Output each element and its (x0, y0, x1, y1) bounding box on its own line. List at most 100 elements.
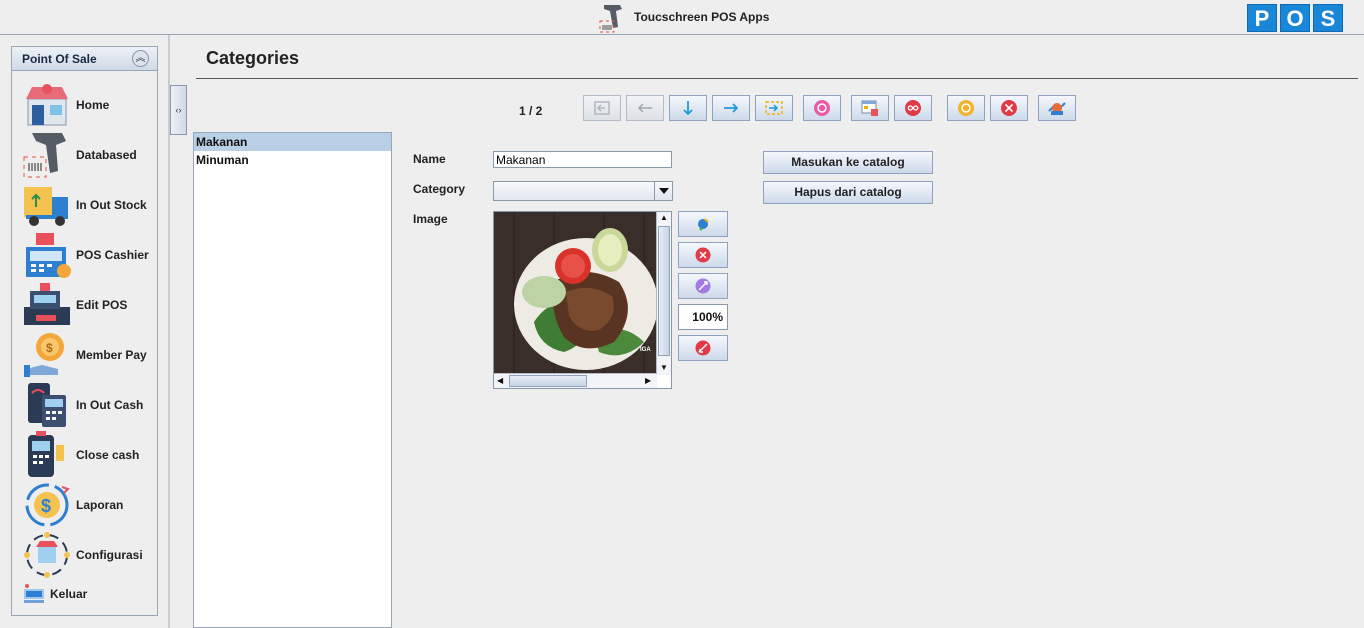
title-bar: Toucschreen POS Apps P O S (0, 0, 1364, 35)
coin-hand-icon: $ (24, 333, 64, 377)
sidebar-item-label: Home (76, 98, 110, 112)
sidebar-item-label: Close cash (76, 448, 140, 462)
double-chevron-up-icon[interactable]: ︽ (132, 50, 149, 67)
sidebar-item-label: POS Cashier (76, 248, 149, 262)
app-title: Toucschreen POS Apps (634, 10, 770, 24)
sidebar: Point Of Sale ︽ Home Databased In Out St… (11, 46, 158, 616)
sidebar-item-databased[interactable]: Databased (22, 131, 157, 179)
reload-icon (814, 100, 830, 116)
sidebar-item-label: Laporan (76, 498, 124, 512)
sidebar-item-label: Databased (76, 148, 137, 162)
svg-text:$: $ (46, 341, 53, 355)
list-item[interactable]: Makanan (194, 133, 391, 151)
pos-terminal-icon (24, 283, 70, 325)
remove-from-catalog-button[interactable]: Hapus dari catalog (763, 181, 933, 204)
exit-sign-icon (24, 584, 44, 603)
scroll-up-icon[interactable]: ▲ (660, 213, 668, 222)
new-icon (958, 100, 974, 116)
sort-button[interactable] (894, 95, 932, 121)
sidebar-title: Point Of Sale (22, 52, 97, 66)
vertical-scrollbar[interactable]: ▲ ▼ (656, 212, 671, 375)
scroll-down-icon[interactable]: ▼ (660, 363, 668, 372)
image-watermark: IGA (640, 347, 651, 353)
zoom-out-button[interactable] (678, 335, 728, 361)
payment-terminal-icon (28, 431, 64, 477)
zoom-in-icon (695, 278, 711, 294)
scroll-right-icon[interactable]: ▶ (645, 376, 651, 385)
scroll-left-icon[interactable]: ◀ (497, 376, 503, 385)
arrow-down-icon (683, 101, 693, 116)
sidebar-item-label: In Out Cash (76, 398, 144, 412)
delivery-truck-icon (24, 187, 68, 226)
sidebar-item-label: Configurasi (76, 548, 143, 562)
delete-button[interactable] (990, 95, 1028, 121)
scroll-thumb[interactable] (658, 226, 670, 356)
logo-letter: O (1280, 4, 1310, 32)
image-viewer[interactable]: IGA ▲ ▼ ◀ ▶ (493, 211, 672, 389)
horizontal-scrollbar[interactable]: ◀ ▶ (494, 373, 657, 388)
title-divider (196, 78, 1358, 79)
down-record-button[interactable] (669, 95, 707, 121)
zoom-level-field[interactable]: 100% (678, 304, 728, 330)
arrow-right-icon (724, 103, 739, 113)
last-record-button[interactable] (755, 95, 793, 121)
chevron-down-icon[interactable] (654, 182, 672, 200)
sidebar-header[interactable]: Point Of Sale ︽ (12, 47, 157, 71)
category-label: Category (413, 182, 466, 196)
record-pager: 1 / 2 (519, 104, 543, 118)
image-label: Image (413, 212, 448, 226)
remove-image-button[interactable] (678, 242, 728, 268)
last-icon (765, 101, 783, 115)
food-photo: IGA (494, 212, 657, 375)
barcode-scanner-icon (23, 133, 66, 178)
sidebar-item-close-cash[interactable]: Close cash (22, 431, 157, 479)
zoom-in-button[interactable] (678, 273, 728, 299)
open-image-icon (698, 218, 709, 231)
barcode-scanner-icon (599, 5, 622, 33)
sort-icon (905, 100, 921, 116)
sidebar-item-configurasi[interactable]: Configurasi (22, 531, 157, 579)
sidebar-item-label: Edit POS (76, 298, 128, 312)
logo-letter: S (1313, 4, 1343, 32)
scroll-thumb[interactable] (509, 375, 587, 387)
arrow-left-icon (637, 103, 652, 113)
sidebar-item-label: Member Pay (76, 348, 147, 362)
name-field[interactable] (493, 151, 672, 168)
sidebar-item-label: In Out Stock (76, 198, 147, 212)
reload-button[interactable] (803, 95, 841, 121)
add-to-catalog-button[interactable]: Masukan ke catalog (763, 151, 933, 174)
save-icon (1048, 102, 1066, 115)
sidebar-item-in-out-cash[interactable]: In Out Cash (22, 381, 157, 429)
card-reader-icon (28, 383, 66, 427)
pos-logo: P O S (1247, 4, 1343, 32)
list-item[interactable]: Minuman (194, 151, 391, 169)
dollar-cycle-icon: $ (25, 483, 70, 527)
sidebar-item-in-out-stock[interactable]: In Out Stock (22, 181, 157, 229)
sidebar-item-home[interactable]: Home (22, 81, 157, 129)
new-button[interactable] (947, 95, 985, 121)
category-list[interactable]: Makanan Minuman (193, 132, 392, 628)
category-dropdown[interactable] (493, 181, 673, 201)
sidebar-item-edit-pos[interactable]: Edit POS (22, 281, 157, 329)
next-record-button[interactable] (712, 95, 750, 121)
first-record-button[interactable] (583, 95, 621, 121)
remove-icon (695, 247, 711, 263)
store-icon (26, 84, 68, 126)
save-button[interactable] (1038, 95, 1076, 121)
name-label: Name (413, 152, 446, 166)
shop-network-icon (24, 532, 70, 578)
sidebar-item-keluar[interactable]: Keluar (22, 579, 157, 609)
cash-register-icon (26, 233, 71, 278)
sidebar-item-laporan[interactable]: $ Laporan (22, 481, 157, 529)
svg-text:$: $ (41, 496, 51, 516)
first-icon (594, 101, 610, 115)
open-image-button[interactable] (678, 211, 728, 237)
sidebar-item-pos-cashier[interactable]: POS Cashier (22, 231, 157, 279)
find-button[interactable] (851, 95, 889, 121)
sidebar-item-label: Keluar (50, 587, 88, 601)
find-icon (861, 100, 878, 116)
collapse-toggle-button[interactable]: ‹› (170, 85, 187, 135)
sidebar-item-member-pay[interactable]: $ Member Pay (22, 331, 157, 379)
previous-record-button[interactable] (626, 95, 664, 121)
logo-letter: P (1247, 4, 1277, 32)
